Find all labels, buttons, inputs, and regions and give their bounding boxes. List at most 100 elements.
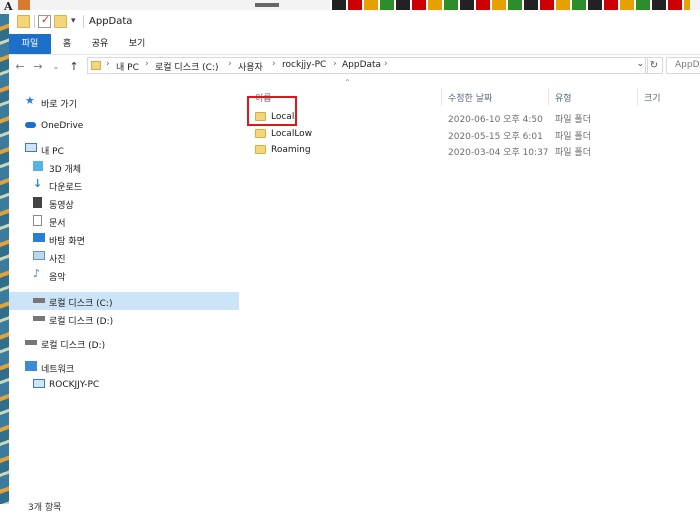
sidebar-item-pictures[interactable]: 사진 bbox=[9, 248, 239, 266]
breadcrumb-this-pc[interactable]: 내 PC bbox=[116, 60, 139, 73]
sort-caret-icon: ⌃ bbox=[344, 78, 351, 87]
tab-view[interactable]: 보기 bbox=[124, 34, 150, 54]
column-header-date[interactable]: 수정한 날짜 bbox=[448, 91, 492, 104]
file-type: 파일 폴더 bbox=[555, 132, 591, 142]
breadcrumb-separator-icon: › bbox=[384, 59, 388, 69]
tab-file[interactable]: 파일 bbox=[9, 34, 51, 54]
sidebar-item-this-pc[interactable]: 내 PC bbox=[9, 140, 239, 158]
cube-icon bbox=[33, 161, 43, 171]
refresh-icon[interactable]: ↻ bbox=[645, 57, 663, 74]
navigation-bar: ← → ⌄ ↑ › 내 PC › 로컬 디스크 (C:) › 사용자 › roc… bbox=[9, 56, 700, 78]
breadcrumb-drive-c[interactable]: 로컬 디스크 (C:) bbox=[155, 60, 218, 73]
recent-locations-icon[interactable]: ⌄ bbox=[49, 59, 63, 75]
network-icon bbox=[25, 361, 37, 371]
file-date: 2020-03-04 오후 10:37 bbox=[448, 148, 549, 158]
table-row[interactable]: LocalLow 2020-05-15 오후 6:01 파일 폴더 bbox=[241, 126, 700, 142]
sidebar-item-label: 3D 개체 bbox=[49, 165, 82, 175]
sidebar-item-label: 바탕 화면 bbox=[49, 237, 85, 247]
quick-access-dropdown-icon[interactable]: ▾ bbox=[71, 16, 76, 26]
desktop-icon bbox=[33, 233, 45, 242]
sidebar-item-label: OneDrive bbox=[41, 121, 84, 131]
sidebar-item-documents[interactable]: 문서 bbox=[9, 212, 239, 230]
file-list: ⌃ 이름 수정한 날짜 유형 크기 Local 2020-06-10 오후 4:… bbox=[241, 78, 700, 488]
file-date: 2020-06-10 오후 4:50 bbox=[448, 115, 543, 125]
table-row[interactable]: Local 2020-06-10 오후 4:50 파일 폴더 bbox=[241, 109, 700, 125]
tab-home[interactable]: 홈 bbox=[57, 34, 77, 54]
breadcrumb-separator-icon: › bbox=[106, 59, 110, 69]
sidebar-item-drive-c[interactable]: 로컬 디스크 (C:) bbox=[9, 292, 239, 310]
music-icon: ♪ bbox=[33, 267, 41, 280]
folder-icon bbox=[255, 129, 266, 138]
sidebar-item-drive-d-root[interactable]: 로컬 디스크 (D:) bbox=[9, 334, 239, 352]
line-icon bbox=[255, 3, 279, 7]
drive-icon bbox=[33, 298, 45, 303]
file-name: LocalLow bbox=[271, 129, 313, 139]
download-icon: ↓ bbox=[33, 177, 43, 190]
sidebar-item-computer[interactable]: ROCKJJY-PC bbox=[9, 376, 239, 394]
breadcrumb-separator-icon: › bbox=[145, 59, 149, 69]
back-arrow-icon[interactable]: ← bbox=[13, 59, 27, 75]
address-dropdown-icon[interactable]: ⌄ bbox=[636, 59, 644, 69]
forward-arrow-icon[interactable]: → bbox=[31, 59, 45, 75]
address-bar[interactable]: › 내 PC › 로컬 디스크 (C:) › 사용자 › rockjjy-PC … bbox=[87, 57, 648, 74]
sidebar-item-label: 동영상 bbox=[49, 201, 74, 211]
sidebar-item-label: 문서 bbox=[49, 219, 66, 229]
drive-icon bbox=[33, 316, 45, 321]
folder-icon bbox=[91, 61, 101, 70]
sidebar-item-label: 내 PC bbox=[41, 147, 64, 157]
column-header-type[interactable]: 유형 bbox=[555, 91, 572, 104]
sidebar-item-network[interactable]: 네트워크 bbox=[9, 358, 239, 376]
sidebar-item-label: 사진 bbox=[49, 255, 66, 265]
breadcrumb-users[interactable]: 사용자 bbox=[238, 60, 263, 73]
document-icon bbox=[33, 215, 42, 226]
breadcrumb-separator-icon: › bbox=[272, 59, 276, 69]
sidebar-item-downloads[interactable]: ↓ 다운로드 bbox=[9, 176, 239, 194]
status-item-count: 3개 항목 bbox=[28, 503, 62, 513]
new-folder-icon[interactable] bbox=[54, 15, 67, 28]
sidebar-item-3d-objects[interactable]: 3D 개체 bbox=[9, 158, 239, 176]
ribbon-tabs: 파일 홈 공유 보기 bbox=[9, 34, 700, 55]
sidebar-item-label: ROCKJJY-PC bbox=[49, 380, 100, 390]
file-type: 파일 폴더 bbox=[555, 115, 591, 125]
folder-icon bbox=[255, 145, 266, 154]
sidebar-item-videos[interactable]: 동영상 bbox=[9, 194, 239, 212]
file-type: 파일 폴더 bbox=[555, 148, 591, 158]
sidebar-item-desktop[interactable]: 바탕 화면 bbox=[9, 230, 239, 248]
title-bar: ▾ AppData bbox=[9, 10, 700, 34]
sidebar-item-music[interactable]: ♪ 음악 bbox=[9, 266, 239, 284]
sidebar-item-label: 로컬 디스크 (D:) bbox=[41, 341, 106, 351]
breadcrumb-appdata[interactable]: AppData bbox=[342, 60, 381, 70]
file-explorer-window: ▾ AppData 파일 홈 공유 보기 ← → ⌄ ↑ › 내 PC › 로컬… bbox=[9, 10, 700, 513]
sidebar-item-drive-d[interactable]: 로컬 디스크 (D:) bbox=[9, 310, 239, 328]
pc-icon bbox=[25, 143, 37, 152]
sidebar-item-label: 네트워크 bbox=[41, 365, 75, 375]
computer-icon bbox=[33, 379, 45, 388]
drive-icon bbox=[25, 340, 37, 345]
search-input[interactable]: AppDa bbox=[666, 57, 700, 74]
sidebar-item-quick-access[interactable]: ★ 바로 가기 bbox=[9, 93, 239, 111]
picture-icon bbox=[33, 251, 45, 260]
sidebar-item-label: 다운로드 bbox=[49, 183, 83, 193]
sidebar-item-label: 바로 가기 bbox=[41, 100, 77, 110]
column-header-size[interactable]: 크기 bbox=[644, 91, 661, 104]
highlight-box bbox=[247, 96, 297, 126]
tab-share[interactable]: 공유 bbox=[87, 34, 113, 54]
video-icon bbox=[33, 197, 42, 208]
breadcrumb-user-folder[interactable]: rockjjy-PC bbox=[282, 60, 326, 70]
folder-icon bbox=[17, 15, 30, 28]
properties-icon[interactable] bbox=[38, 13, 51, 28]
sidebar-item-onedrive[interactable]: OneDrive bbox=[9, 117, 239, 135]
up-arrow-icon[interactable]: ↑ bbox=[67, 59, 81, 75]
background-app-edge bbox=[0, 14, 9, 504]
breadcrumb-separator-icon: › bbox=[228, 59, 232, 69]
sidebar-item-label: 로컬 디스크 (C:) bbox=[49, 299, 113, 309]
file-date: 2020-05-15 오후 6:01 bbox=[448, 132, 543, 142]
sidebar-item-label: 음악 bbox=[49, 273, 66, 283]
breadcrumb-separator-icon: › bbox=[333, 59, 337, 69]
table-row[interactable]: Roaming 2020-03-04 오후 10:37 파일 폴더 bbox=[241, 142, 700, 158]
window-title: AppData bbox=[89, 16, 133, 27]
sidebar-item-label: 로컬 디스크 (D:) bbox=[49, 317, 114, 327]
navigation-pane: ★ 바로 가기 OneDrive 내 PC 3D 개체 ↓ 다운로드 동영상 문… bbox=[9, 90, 239, 490]
cloud-icon bbox=[25, 122, 36, 128]
star-icon: ★ bbox=[25, 94, 35, 107]
